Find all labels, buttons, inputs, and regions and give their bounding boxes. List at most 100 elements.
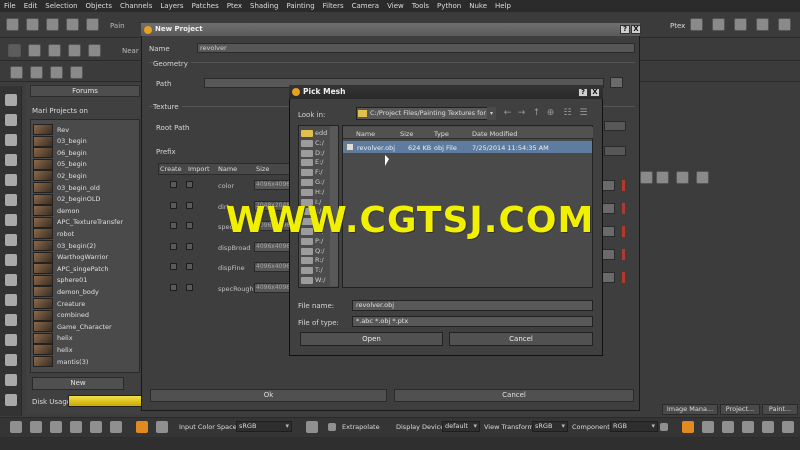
menu-shading[interactable]: Shading [250, 2, 278, 10]
bucket-icon[interactable] [5, 314, 17, 326]
tab-image-manager[interactable]: Image Mana... [662, 404, 718, 415]
eyedropper-icon[interactable] [5, 274, 17, 286]
list-item[interactable]: combined [33, 309, 89, 321]
rotate-icon[interactable] [70, 421, 82, 433]
create-checkbox[interactable] [170, 201, 177, 209]
list-item[interactable]: APC_singePatch [33, 263, 108, 275]
new-file-icon[interactable] [6, 18, 19, 31]
file-type-select[interactable]: *.abc *.obj *.ptx [352, 316, 593, 327]
import-checkbox[interactable] [186, 222, 193, 229]
place-item[interactable]: edd [315, 129, 327, 137]
name-field[interactable]: revolver [197, 43, 635, 53]
lightbulb-icon[interactable] [762, 421, 774, 433]
place-item[interactable]: E:/ [315, 158, 324, 166]
patch-mode-icon[interactable] [48, 44, 61, 57]
more-icon[interactable] [782, 421, 794, 433]
list-item[interactable]: 05_begin [33, 158, 87, 170]
ptex-split-icon[interactable] [756, 18, 769, 31]
list-item[interactable]: mantis(3) [33, 356, 88, 367]
move-icon[interactable] [30, 421, 42, 433]
list-item[interactable]: demon [33, 205, 80, 217]
place-item[interactable]: C:/ [315, 139, 324, 147]
transform-icon[interactable] [5, 174, 17, 186]
channel-size-select[interactable]: 4096x4096 [254, 180, 294, 190]
place-item[interactable]: H:/ [315, 188, 324, 196]
shader-icon[interactable] [50, 66, 63, 79]
list-item[interactable]: 06_begin [33, 147, 87, 159]
menu-filters[interactable]: Filters [323, 2, 344, 10]
save-icon[interactable] [46, 18, 59, 31]
smudge-icon[interactable] [5, 334, 17, 346]
list-item[interactable]: 02_beginOLD [33, 193, 100, 205]
down-icon[interactable] [50, 421, 62, 433]
lighting-icon[interactable] [70, 66, 83, 79]
pick-close-button[interactable]: X [590, 88, 600, 97]
col-file-type[interactable]: Type [434, 130, 449, 138]
select-mode-icon[interactable] [8, 44, 21, 57]
place-item[interactable]: T:/ [315, 266, 323, 274]
shader-ball-icon[interactable] [156, 421, 168, 433]
menu-ptex[interactable]: Ptex [227, 2, 242, 10]
channel-row-icon-5[interactable] [602, 272, 615, 283]
menu-file[interactable]: File [4, 2, 16, 10]
create-checkbox[interactable] [170, 242, 177, 250]
brush-icon[interactable] [5, 114, 17, 126]
mask-icon[interactable] [88, 44, 101, 57]
export-icon[interactable] [66, 18, 79, 31]
panel-icon-4[interactable] [696, 171, 709, 184]
add-icon[interactable] [5, 354, 17, 366]
menu-python[interactable]: Python [437, 2, 461, 10]
pointer-icon[interactable] [5, 94, 17, 106]
up-folder-icon[interactable]: ↑ [531, 108, 542, 119]
channel-row-remove-2[interactable] [622, 203, 625, 214]
paint-through-icon[interactable] [682, 421, 694, 433]
detail-view-icon[interactable]: ☰ [578, 108, 589, 119]
place-item[interactable]: Q:/ [315, 247, 325, 255]
menu-selection[interactable]: Selection [45, 2, 77, 10]
tab-project[interactable]: Project... [720, 404, 760, 415]
lock-icon[interactable] [306, 421, 318, 433]
channel-row-remove-4[interactable] [622, 249, 625, 260]
col-file-date[interactable]: Date Modified [472, 130, 517, 138]
menu-objects[interactable]: Objects [86, 2, 112, 10]
open-button[interactable]: Open [300, 332, 443, 346]
look-in-select[interactable]: C:/Project Files/Painting Textures for L [356, 107, 496, 120]
menu-patches[interactable]: Patches [192, 2, 219, 10]
create-checkbox[interactable] [170, 283, 177, 291]
list-item[interactable]: sphere01 [33, 274, 87, 286]
undo-icon[interactable] [10, 421, 22, 433]
place-item[interactable]: W:/ [315, 276, 325, 284]
clone-icon[interactable] [5, 374, 17, 386]
menu-help[interactable]: Help [495, 2, 511, 10]
channel-size-select[interactable]: 4096x4096 [254, 282, 294, 293]
drop-icon[interactable] [5, 214, 17, 226]
cursor-icon[interactable] [722, 421, 734, 433]
fill-icon[interactable] [5, 194, 17, 206]
tab-paint[interactable]: Paint... [762, 404, 798, 415]
ok-button[interactable]: Ok [150, 389, 387, 402]
list-item[interactable]: Rev [33, 124, 69, 135]
channel-row-remove-5[interactable] [622, 272, 625, 283]
menu-camera[interactable]: Camera [352, 2, 379, 10]
list-item[interactable]: helix [33, 332, 73, 344]
ptex-merge-icon[interactable] [734, 18, 747, 31]
import-checkbox[interactable] [186, 283, 193, 291]
input-color-space-select[interactable]: sRGB [236, 421, 292, 432]
list-item[interactable]: 03_begin [33, 135, 87, 147]
list-item[interactable]: Game_Character [33, 321, 112, 333]
list-item[interactable]: WarthogWarrior [33, 251, 108, 263]
look-in-dropdown-arrow[interactable]: ▾ [487, 107, 496, 120]
menu-layers[interactable]: Layers [160, 2, 183, 10]
hand-icon[interactable] [5, 134, 17, 146]
pin-icon[interactable] [5, 294, 17, 306]
camera-view-icon[interactable] [742, 421, 754, 433]
panel-icon-1[interactable] [640, 171, 653, 184]
panel-icon-3[interactable] [676, 171, 689, 184]
list-item[interactable]: 03_begin_old [33, 182, 100, 193]
help-button[interactable]: ? [620, 25, 630, 34]
track-icon[interactable] [90, 421, 102, 433]
grid-icon[interactable] [5, 234, 17, 246]
eye-icon[interactable] [30, 66, 43, 79]
list-item[interactable]: 02_begin [33, 170, 87, 182]
ptex-resize-icon[interactable] [712, 18, 725, 31]
